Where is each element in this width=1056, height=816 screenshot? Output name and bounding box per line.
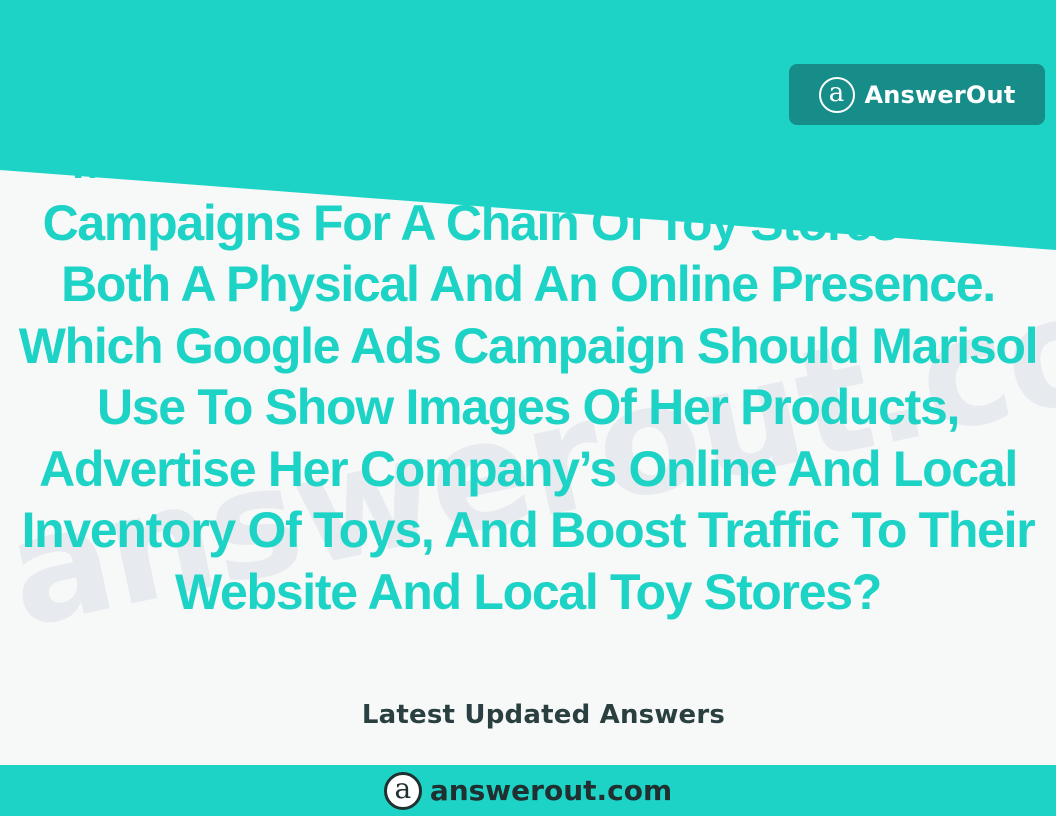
footer-bar: a answerout.com xyxy=(0,765,1056,816)
footer-logo-icon: a xyxy=(383,771,422,810)
subtitle: Latest Updated Answers xyxy=(361,700,726,730)
question-title: Marisol Manages The Online Advertising C… xyxy=(18,133,1039,620)
footer-site-link[interactable]: answerout.com xyxy=(430,774,672,807)
brand-logo-icon: a xyxy=(818,76,855,113)
brand-name: AnswerOut xyxy=(864,80,1016,109)
brand-logo-badge[interactable]: a AnswerOut xyxy=(789,64,1045,125)
